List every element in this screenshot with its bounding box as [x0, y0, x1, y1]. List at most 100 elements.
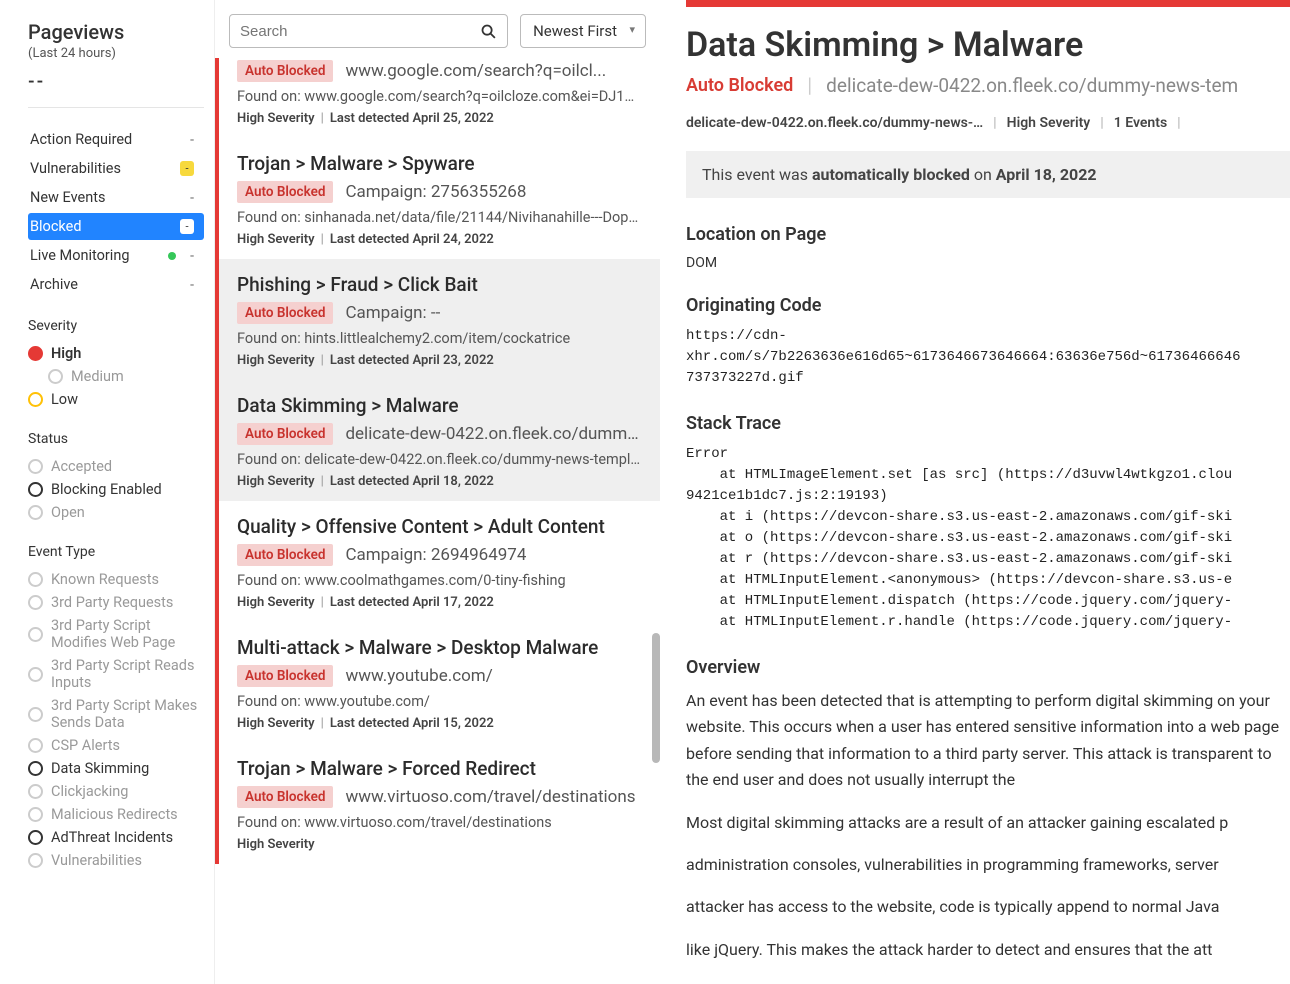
event-title: Trojan > Malware > Spyware — [237, 152, 642, 175]
filter-3rd-party-script-modifies-web-page[interactable]: 3rd Party Script Modifies Web Page — [28, 614, 204, 654]
sidebar-item-live-monitoring[interactable]: Live Monitoring- — [28, 242, 204, 269]
radio-icon — [28, 667, 43, 682]
filter-3rd-party-script-makes-sends-data[interactable]: 3rd Party Script Makes Sends Data — [28, 694, 204, 734]
detail-subheader: Auto Blocked | delicate-dew-0422.on.flee… — [686, 73, 1290, 97]
filter-low[interactable]: Low — [28, 388, 204, 411]
pageviews-count: -- — [28, 71, 204, 92]
severity-bar — [686, 0, 1290, 7]
radio-icon — [28, 459, 43, 474]
status-badge: Auto Blocked — [237, 544, 333, 566]
event-link: www.virtuoso.com/travel/destinations — [345, 787, 635, 807]
search-input[interactable] — [240, 23, 480, 40]
filter-adthreat-incidents[interactable]: AdThreat Incidents — [28, 826, 204, 849]
stack-heading: Stack Trace — [686, 413, 1290, 434]
sidebar-item-blocked[interactable]: Blocked - — [28, 213, 204, 240]
status-badge: Auto Blocked — [237, 181, 333, 203]
radio-icon — [28, 707, 43, 722]
filter-csp-alerts[interactable]: CSP Alerts — [28, 734, 204, 757]
filter-label: Open — [51, 504, 85, 521]
event-title: Data Skimming > Malware — [237, 394, 642, 417]
sort-dropdown[interactable]: Newest First — [520, 14, 646, 48]
filter-label: 3rd Party Script Modifies Web Page — [51, 617, 204, 651]
status-badge: Auto Blocked — [237, 302, 333, 324]
sidebar-item-new-events[interactable]: New Events- — [28, 184, 204, 211]
status-badge: Auto Blocked — [237, 786, 333, 808]
event-found-on: Found on: www.coolmathgames.com/0-tiny-f… — [237, 572, 642, 589]
filter-blocking-enabled[interactable]: Blocking Enabled — [28, 478, 204, 501]
filter-label: Known Requests — [51, 571, 159, 588]
event-meta: High Severity|Last detected April 18, 20… — [237, 474, 642, 489]
event-link: delicate-dew-0422.on.fleek.co/dumm… — [345, 424, 638, 444]
divider — [28, 107, 204, 108]
origin-heading: Originating Code — [686, 295, 1290, 316]
nav-count: - — [190, 277, 194, 293]
event-link: www.youtube.com/ — [345, 666, 492, 686]
radio-icon — [28, 595, 43, 610]
sidebar-item-vulnerabilities[interactable]: Vulnerabilities- — [28, 155, 204, 182]
scrollbar-thumb[interactable] — [652, 633, 660, 763]
detail-meta: delicate-dew-0422.on.fleek.co/dummy-news… — [686, 115, 1290, 131]
search-icon — [480, 23, 497, 40]
filter-label: Accepted — [51, 458, 112, 475]
event-meta: High Severity|Last detected April 23, 20… — [237, 353, 642, 368]
filter-medium[interactable]: Medium — [28, 365, 204, 388]
detail-panel: Data Skimming > Malware Auto Blocked | d… — [686, 0, 1290, 984]
filter-data-skimming[interactable]: Data Skimming — [28, 757, 204, 780]
filter-label: 3rd Party Script Reads Inputs — [51, 657, 204, 691]
list-header: Newest First — [215, 0, 660, 58]
filter-accepted[interactable]: Accepted — [28, 455, 204, 478]
filter-label: 3rd Party Requests — [51, 594, 173, 611]
nav-label: Blocked — [30, 218, 82, 235]
nav-label: Archive — [30, 276, 78, 293]
filter-3rd-party-requests[interactable]: 3rd Party Requests — [28, 591, 204, 614]
event-card[interactable]: Multi-attack > Malware > Desktop Malware… — [215, 622, 660, 743]
event-link: Campaign: 2694964974 — [345, 545, 526, 565]
filter-label: Medium — [71, 368, 124, 385]
nav-label: Action Required — [30, 131, 132, 148]
sidebar-item-action-required[interactable]: Action Required- — [28, 126, 204, 153]
radio-icon — [28, 738, 43, 753]
event-card[interactable]: Auto Blocked www.google.com/search?q=oilc… — [215, 58, 660, 138]
radio-icon — [28, 807, 43, 822]
event-meta: High Severity|Last detected April 25, 20… — [237, 111, 642, 126]
sidebar-item-archive[interactable]: Archive - — [28, 271, 204, 298]
filter-vulnerabilities[interactable]: Vulnerabilities — [28, 849, 204, 872]
event-list[interactable]: Auto Blocked www.google.com/search?q=oilc… — [215, 58, 660, 984]
event-card[interactable]: Data Skimming > Malware Auto Blocked delic… — [215, 380, 660, 501]
nav-badge: - — [180, 219, 194, 234]
event-card[interactable]: Trojan > Malware > Forced RedirectAuto B… — [215, 743, 660, 864]
status-badge: Auto Blocked — [237, 423, 333, 445]
filter-label: Malicious Redirects — [51, 806, 178, 823]
radio-icon — [28, 392, 43, 407]
blocked-banner: This event was automatically blocked on … — [686, 151, 1290, 198]
radio-icon — [28, 853, 43, 868]
overview-p1: An event has been detected that is attem… — [686, 688, 1290, 794]
event-title: Phishing > Fraud > Click Bait — [237, 273, 642, 296]
filter-label: High — [51, 345, 81, 362]
filter-malicious-redirects[interactable]: Malicious Redirects — [28, 803, 204, 826]
filter-clickjacking[interactable]: Clickjacking — [28, 780, 204, 803]
event-link: www.google.com/search?q=oilcl... — [345, 61, 606, 81]
event-card[interactable]: Trojan > Malware > SpywareAuto BlockedCa… — [215, 138, 660, 259]
event-card[interactable]: Quality > Offensive Content > Adult Cont… — [215, 501, 660, 622]
nav-label: Live Monitoring — [30, 247, 129, 264]
severity-label: Severity — [28, 318, 204, 334]
filter-known-requests[interactable]: Known Requests — [28, 568, 204, 591]
filter-label: CSP Alerts — [51, 737, 120, 754]
event-title: Multi-attack > Malware > Desktop Malware — [237, 636, 642, 659]
status-badge: Auto Blocked — [237, 665, 333, 687]
filter-label: Blocking Enabled — [51, 481, 162, 498]
filter-label: Data Skimming — [51, 760, 149, 777]
nav-label: New Events — [30, 189, 105, 206]
overview-heading: Overview — [686, 657, 1290, 678]
event-found-on: Found on: hints.littlealchemy2.com/item/… — [237, 330, 642, 347]
filter-high[interactable]: High — [28, 342, 204, 365]
event-link: Campaign: -- — [345, 303, 440, 323]
overview-p2: Most digital skimming attacks are a resu… — [686, 810, 1290, 984]
search-box[interactable] — [229, 14, 508, 48]
filter-open[interactable]: Open — [28, 501, 204, 524]
event-card[interactable]: Phishing > Fraud > Click Bait Auto Blocke… — [215, 259, 660, 380]
meta-url: delicate-dew-0422.on.fleek.co/dummy-news… — [686, 115, 983, 131]
status-badge: Auto Blocked — [237, 60, 333, 82]
filter-3rd-party-script-reads-inputs[interactable]: 3rd Party Script Reads Inputs — [28, 654, 204, 694]
